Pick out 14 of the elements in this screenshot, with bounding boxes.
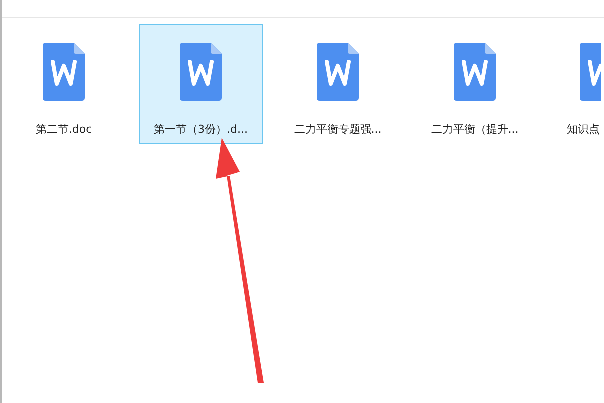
word-document-icon [454, 43, 496, 101]
file-item[interactable]: 知识点 [550, 24, 602, 144]
word-document-icon [317, 43, 359, 101]
file-item[interactable]: 第二节.doc [2, 24, 126, 144]
word-document-icon [180, 43, 222, 101]
file-name: 二力平衡专题强... [294, 122, 382, 137]
file-item[interactable]: 第一节（3份）.d... [139, 24, 263, 144]
file-name: 第二节.doc [36, 122, 92, 137]
file-name: 第一节（3份）.d... [154, 122, 248, 137]
file-name: 知识点 [566, 122, 600, 137]
file-item[interactable]: 二力平衡（提升... [413, 24, 537, 144]
file-item[interactable]: 二力平衡专题强... [276, 24, 400, 144]
file-name: 二力平衡（提升... [431, 122, 519, 137]
word-document-icon [43, 43, 85, 101]
